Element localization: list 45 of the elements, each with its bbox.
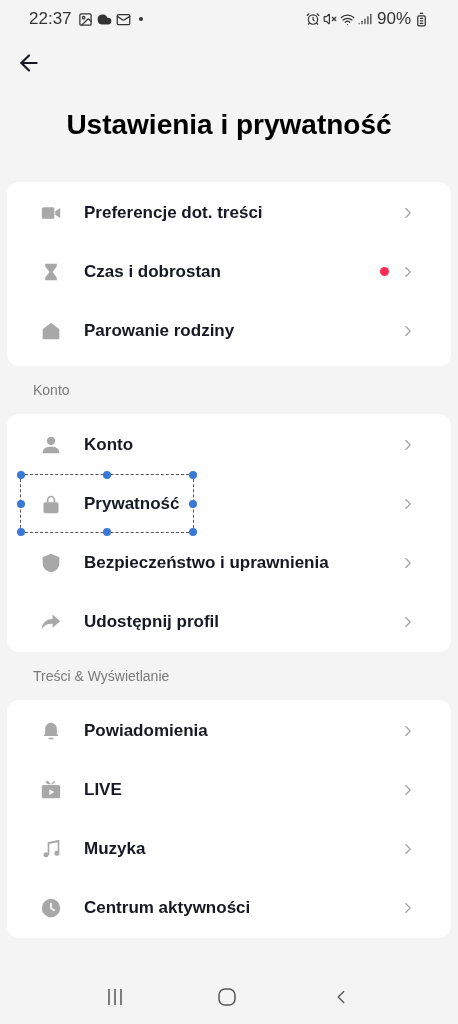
music-note-icon — [41, 838, 61, 859]
settings-item[interactable]: Bezpieczeństwo i uprawnienia — [7, 533, 451, 592]
settings-item[interactable]: Muzyka — [7, 819, 451, 878]
person-icon — [41, 434, 61, 455]
item-label: LIVE — [84, 778, 122, 801]
mute-icon — [322, 12, 337, 26]
house-icon — [41, 320, 61, 341]
settings-item[interactable]: Konto — [7, 415, 451, 474]
settings-item[interactable]: Centrum aktywności — [7, 878, 451, 937]
tv-play-icon — [41, 779, 61, 800]
recent-apps-icon[interactable] — [106, 988, 125, 1006]
item-label: Czas i dobrostan — [84, 260, 221, 283]
item-label: Parowanie rodziny — [84, 319, 235, 342]
cloud-icon — [96, 11, 112, 27]
item-label: Prywatność — [84, 492, 180, 515]
section-heading: Konto — [32, 380, 71, 400]
wifi-icon — [339, 11, 355, 27]
settings-item[interactable]: Udostępnij profil — [7, 592, 451, 651]
battery-percent: 90% — [376, 8, 411, 31]
settings-item[interactable]: LIVE — [7, 760, 451, 819]
item-label: Muzyka — [84, 837, 146, 860]
home-icon[interactable] — [217, 987, 237, 1007]
page-title: Ustawienia i prywatność — [65, 108, 393, 142]
alarm-icon — [305, 12, 320, 26]
settings-item[interactable]: Prywatność — [7, 474, 451, 533]
item-label: Powiadomienia — [84, 719, 208, 742]
clock-icon — [41, 897, 61, 918]
item-label: Udostępnij profil — [84, 610, 220, 633]
lock-icon — [41, 493, 61, 514]
item-label: Centrum aktywności — [84, 896, 251, 919]
item-label: Bezpieczeństwo i uprawnienia — [84, 551, 329, 574]
status-time: 22:37 — [29, 8, 72, 31]
settings-item[interactable]: Powiadomienia — [7, 701, 451, 760]
item-label: Preferencje dot. treści — [84, 201, 263, 224]
signal-icon — [357, 12, 372, 26]
image-icon — [77, 11, 93, 27]
item-label: Konto — [84, 433, 134, 456]
battery-icon — [414, 11, 429, 27]
settings-item[interactable]: Czas i dobrostan — [7, 242, 451, 301]
mail-icon — [115, 11, 131, 27]
settings-item[interactable]: Preferencje dot. treści — [7, 183, 451, 242]
bell-icon — [41, 720, 61, 741]
settings-item[interactable]: Parowanie rodziny — [7, 301, 451, 360]
section-heading: Treści & Wyświetlanie — [32, 666, 171, 686]
shield-icon — [41, 552, 61, 573]
